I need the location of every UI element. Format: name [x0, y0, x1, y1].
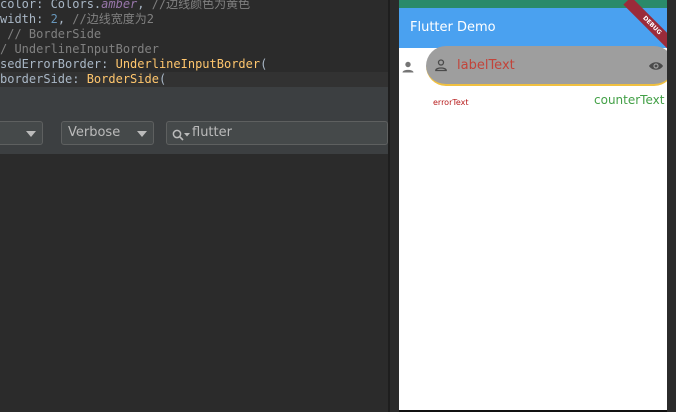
code-line: borderSide: BorderSide( — [0, 72, 388, 86]
text-field: labelText errorText counterText — [399, 46, 667, 107]
code-token: UnderlineInputBorder — [115, 57, 261, 71]
code-token: , — [57, 12, 73, 26]
code-token: width: — [0, 12, 51, 26]
field-label: labelText — [457, 58, 515, 73]
emulator-frame: Flutter Demo DEBUG labelText errorText c… — [390, 0, 676, 412]
person-icon — [434, 57, 448, 76]
code-token: color: Colors. — [0, 0, 102, 11]
app-bar: Flutter Demo DEBUG — [399, 0, 667, 55]
code-line: width: 2, //边线宽度为2 — [0, 12, 154, 27]
chevron-down-icon — [26, 131, 36, 137]
search-value: flutter — [192, 125, 232, 140]
code-line: color: Colors.amber, //边线颜色为黄色 — [0, 0, 250, 12]
code-editor[interactable]: color: Colors.amber, //边线颜色为黄色 width: 2, … — [0, 0, 388, 86]
code-token: //边线颜色为黄色 — [151, 0, 251, 11]
code-token: , — [137, 0, 152, 11]
logcat-output[interactable] — [0, 155, 388, 412]
code-token: BorderSide — [86, 72, 159, 86]
person-icon — [401, 59, 415, 78]
code-token: amber — [101, 0, 138, 11]
code-token: 2 — [50, 12, 58, 26]
code-line: / UnderlineInputBorder — [0, 42, 159, 57]
log-level-dropdown[interactable]: Verbose — [61, 121, 154, 145]
logcat-toolbar: Verbose flutter — [0, 114, 388, 155]
code-token: borderSide: — [0, 72, 87, 86]
code-token: // BorderSide — [0, 27, 102, 41]
code-token: sedErrorBorder: — [0, 57, 116, 71]
code-line: sedErrorBorder: UnderlineInputBorder( — [0, 57, 267, 72]
log-level-value: Verbose — [68, 125, 121, 140]
field-error: errorText — [433, 98, 469, 107]
emulator-screen: Flutter Demo DEBUG labelText errorText c… — [399, 0, 667, 410]
search-icon — [172, 127, 192, 149]
field-counter: counterText — [594, 93, 665, 107]
ide-panel: color: Colors.amber, //边线颜色为黄色 width: 2, … — [0, 0, 390, 412]
code-token: / UnderlineInputBorder — [0, 42, 159, 56]
code-line: // BorderSide — [0, 27, 101, 42]
logcat-search-input[interactable]: flutter — [166, 121, 388, 145]
device-dropdown[interactable] — [0, 121, 43, 145]
editor-tool-separator — [0, 86, 388, 116]
text-input-box[interactable]: labelText — [426, 46, 667, 86]
code-token: ( — [260, 57, 268, 71]
code-token: //边线宽度为2 — [72, 12, 154, 26]
code-token: ( — [158, 72, 167, 86]
eye-icon[interactable] — [648, 58, 664, 77]
chevron-down-icon — [137, 131, 147, 137]
app-title: Flutter Demo — [410, 20, 496, 35]
